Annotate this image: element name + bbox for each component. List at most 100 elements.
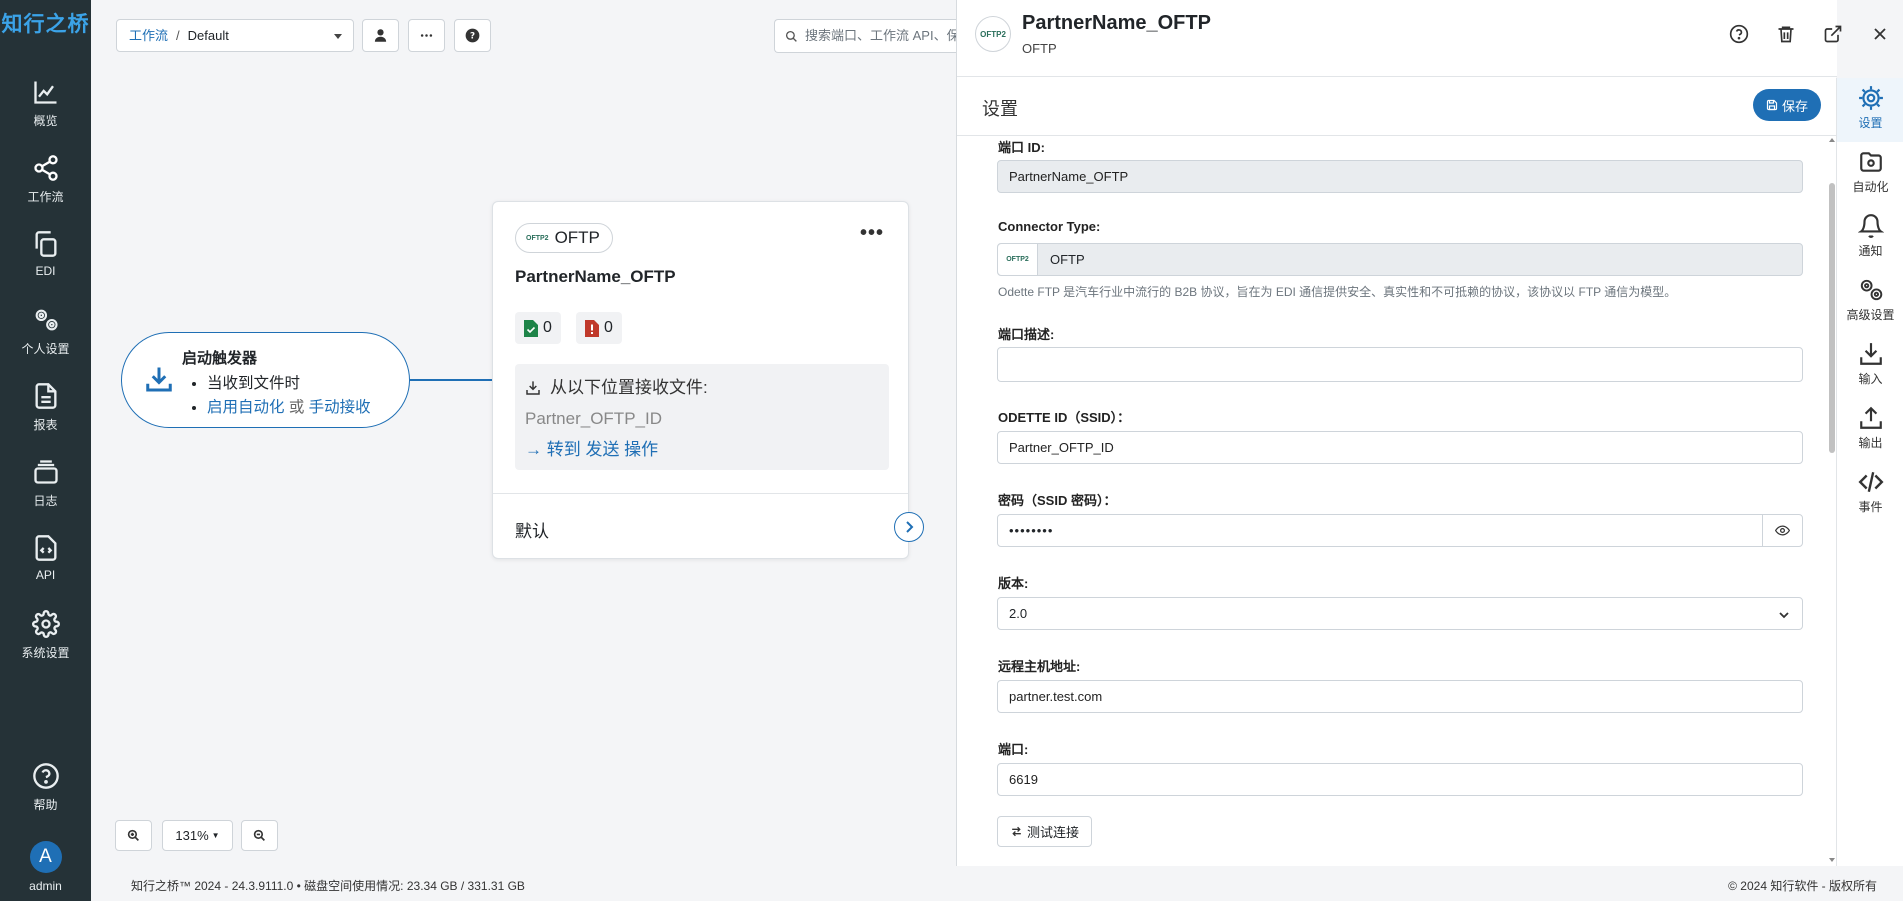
footer: 知行之桥™ 2024 - 24.3.9111.0 • 磁盘空间使用情况: 23.… bbox=[91, 866, 1903, 901]
tab-label: 通知 bbox=[1858, 244, 1883, 258]
remote-host-field[interactable]: partner.test.com bbox=[997, 680, 1803, 713]
oftp-logo: OFTP2 bbox=[526, 234, 549, 242]
exchange-icon bbox=[1012, 826, 1021, 837]
default-output-connector[interactable] bbox=[894, 512, 924, 542]
folder-gear-icon bbox=[1859, 152, 1882, 172]
user-filter-button[interactable] bbox=[362, 19, 399, 52]
chevron-right-icon bbox=[906, 521, 914, 533]
help-button[interactable]: ? bbox=[454, 19, 491, 52]
connector-type-pill: OFTP2 OFTP bbox=[515, 223, 613, 253]
delete-button[interactable] bbox=[1776, 24, 1796, 44]
nav-item-overview[interactable]: 概览 bbox=[0, 78, 91, 148]
tab-automation[interactable]: 自动化 bbox=[1837, 142, 1903, 206]
port-card[interactable]: OFTP2 OFTP ••• PartnerName_OFTP 0 0 从以下位… bbox=[492, 201, 924, 559]
toggle-password-button[interactable] bbox=[1762, 515, 1802, 546]
breadcrumb[interactable]: 工作流 / Default bbox=[116, 19, 354, 52]
tab-label: 自动化 bbox=[1852, 180, 1889, 194]
password-value[interactable]: •••••••• bbox=[998, 515, 1762, 546]
nav-item-label: 日志 bbox=[33, 494, 58, 508]
brand-logo[interactable]: 知行之桥 bbox=[0, 8, 91, 38]
port-name: PartnerName_OFTP bbox=[515, 267, 676, 286]
card-menu-button[interactable]: ••• bbox=[860, 222, 884, 245]
test-connection-button[interactable]: 测试连接 bbox=[997, 816, 1093, 847]
tab-events[interactable]: 事件 bbox=[1837, 462, 1903, 526]
enable-automation-link[interactable]: 启用自动化 bbox=[207, 399, 285, 416]
receive-info: 从以下位置接收文件: Partner_OFTP_ID → 转到 发送 操作 bbox=[515, 364, 889, 470]
save-label: 保存 bbox=[1782, 98, 1809, 114]
breadcrumb-separator: / bbox=[176, 28, 180, 43]
odette-id-field[interactable]: Partner_OFTP_ID bbox=[997, 431, 1803, 464]
start-trigger-node[interactable]: 启动触发器 当收到文件时 启用自动化 或 手动接收 bbox=[121, 332, 410, 428]
download-icon bbox=[146, 367, 172, 392]
nav-item-api[interactable]: API bbox=[0, 534, 91, 604]
nav-item-logs[interactable]: 日志 bbox=[0, 458, 91, 528]
default-output-label: 默认 bbox=[515, 522, 549, 541]
upload-icon bbox=[1859, 406, 1882, 429]
nav-item-system-settings[interactable]: 系统设置 bbox=[0, 610, 91, 680]
port-label: 端口: bbox=[998, 742, 1029, 757]
tab-label: 事件 bbox=[1858, 500, 1883, 514]
question-circle-icon bbox=[1729, 24, 1749, 44]
close-button[interactable] bbox=[1870, 24, 1890, 44]
tab-output[interactable]: 输出 bbox=[1837, 398, 1903, 462]
download-icon bbox=[1859, 343, 1882, 365]
zoom-in-icon bbox=[127, 829, 139, 841]
port-field[interactable]: 6619 bbox=[997, 763, 1803, 796]
left-nav: 知行之桥 概览 工作流 EDI 个人设置 报表 日志 API 系统设置 帮助 A… bbox=[0, 0, 91, 901]
share-nodes-icon bbox=[33, 155, 58, 181]
nav-item-label: 概览 bbox=[33, 114, 58, 128]
panel-header: OFTP2 PartnerName_OFTP OFTP bbox=[957, 0, 1886, 77]
more-options-button[interactable] bbox=[408, 19, 445, 52]
connector-type-label: OFTP bbox=[554, 228, 600, 247]
search-icon bbox=[785, 30, 797, 42]
open-external-button[interactable] bbox=[1823, 24, 1843, 44]
download-icon bbox=[526, 380, 540, 395]
tab-input[interactable]: 输入 bbox=[1837, 334, 1903, 398]
oftp-logo: OFTP2 bbox=[998, 244, 1038, 275]
save-button[interactable]: 保存 bbox=[1753, 89, 1822, 121]
tab-advanced-settings[interactable]: 高级设置 bbox=[1837, 270, 1903, 334]
trigger-title: 启动触发器 bbox=[182, 350, 258, 367]
nav-item-reports[interactable]: 报表 bbox=[0, 382, 91, 452]
file-lines-icon bbox=[35, 383, 56, 409]
search-input[interactable]: 搜索端口、工作流 API、保 bbox=[774, 19, 956, 53]
breadcrumb-current: Default bbox=[187, 28, 229, 43]
nav-item-workflow[interactable]: 工作流 bbox=[0, 154, 91, 224]
password-field[interactable]: •••••••• bbox=[997, 514, 1803, 547]
zoom-out-button[interactable] bbox=[241, 820, 278, 851]
nav-item-user[interactable]: A admin bbox=[0, 841, 91, 901]
scroll-down-arrow[interactable] bbox=[1829, 858, 1835, 862]
error-count-badge[interactable]: 0 bbox=[576, 312, 622, 344]
remote-host-label: 远程主机地址: bbox=[998, 659, 1081, 674]
manual-receive-link[interactable]: 手动接收 bbox=[309, 399, 371, 416]
port-id-field: PartnerName_OFTP bbox=[997, 160, 1803, 193]
receive-value: Partner_OFTP_ID bbox=[525, 409, 662, 428]
external-link-icon bbox=[1824, 25, 1842, 43]
nav-item-edi[interactable]: EDI bbox=[0, 230, 91, 300]
nav-item-label: 系统设置 bbox=[21, 646, 70, 660]
scroll-up-arrow[interactable] bbox=[1829, 138, 1835, 142]
success-count-badge[interactable]: 0 bbox=[515, 312, 561, 344]
nav-item-label: 帮助 bbox=[33, 798, 58, 812]
avatar: A bbox=[29, 841, 62, 873]
tab-notifications[interactable]: 通知 bbox=[1837, 206, 1903, 270]
version-select[interactable]: 2.0 bbox=[997, 597, 1803, 630]
copy-icon bbox=[35, 231, 56, 257]
caret-down-icon: ▼ bbox=[211, 831, 220, 840]
help-button[interactable] bbox=[1729, 24, 1749, 44]
question-circle-icon bbox=[32, 763, 59, 789]
goto-send-link[interactable]: → 转到 发送 操作 bbox=[525, 434, 879, 465]
description-field[interactable] bbox=[997, 347, 1803, 382]
scrollbar-thumb[interactable] bbox=[1829, 183, 1835, 453]
nav-item-personal-settings[interactable]: 个人设置 bbox=[0, 306, 91, 376]
advanced-gears-icon bbox=[1860, 279, 1882, 301]
connector-help-text: Odette FTP 是汽车行业中流行的 B2B 协议，旨在为 EDI 通信提供… bbox=[998, 285, 1677, 299]
settings-tab-rail: 设置 自动化 通知 高级设置 输入 输出 事件 bbox=[1836, 78, 1903, 866]
nav-item-help[interactable]: 帮助 bbox=[0, 762, 91, 832]
breadcrumb-workflow-link[interactable]: 工作流 bbox=[129, 28, 168, 43]
port-id-label: 端口 ID: bbox=[998, 140, 1045, 155]
tab-settings[interactable]: 设置 bbox=[1837, 78, 1903, 142]
zoom-level-select[interactable]: 131% ▼ bbox=[162, 820, 233, 851]
zoom-in-button[interactable] bbox=[115, 820, 152, 851]
connector-type-field: OFTP2 OFTP bbox=[997, 243, 1803, 276]
